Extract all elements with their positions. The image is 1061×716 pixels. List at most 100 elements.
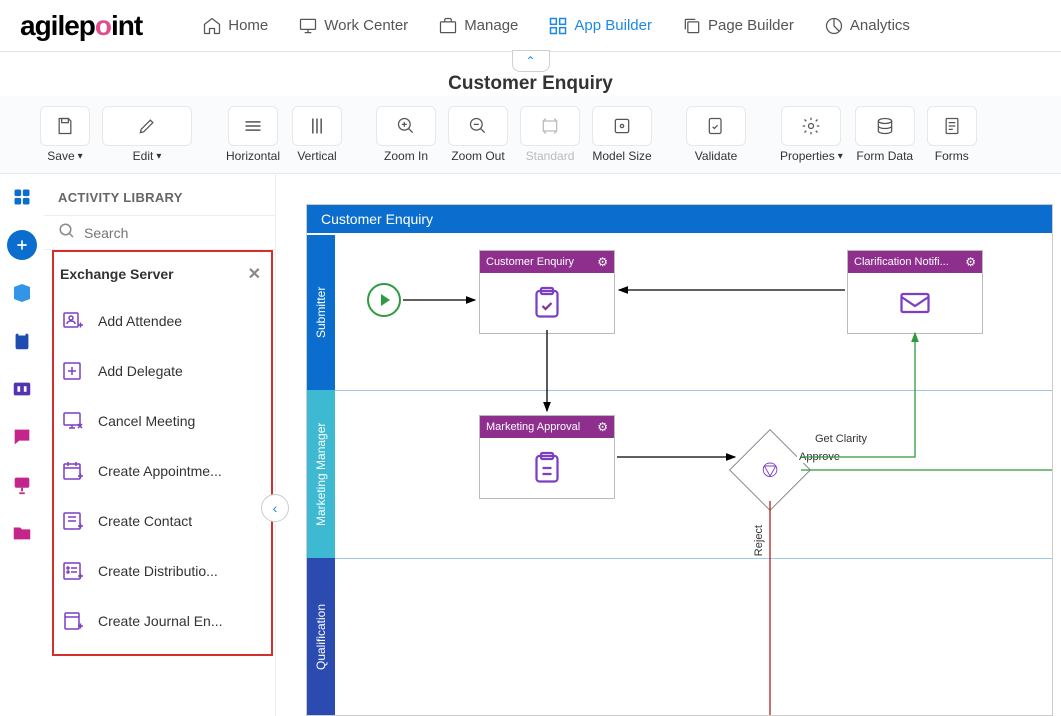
chevron-down-icon: ▾	[78, 151, 83, 162]
rail-folder-icon[interactable]	[7, 518, 37, 548]
nav-app-builder[interactable]: App Builder	[548, 16, 652, 36]
activity-cancel-meeting[interactable]: Cancel Meeting	[54, 396, 271, 446]
edge-approve: Approve	[797, 451, 842, 463]
home-icon	[202, 16, 222, 36]
search-input[interactable]	[84, 225, 261, 241]
panel-search	[44, 215, 275, 250]
calendar-plus-icon	[60, 458, 86, 484]
pie-icon	[824, 16, 844, 36]
rail-clipboard-icon[interactable]	[7, 326, 37, 356]
activity-add-attendee[interactable]: Add Attendee	[54, 296, 271, 346]
zoom-out-label: Zoom Out	[451, 149, 504, 163]
panel-collapse-button[interactable]: ‹	[261, 494, 289, 522]
forms-label: Forms	[935, 149, 969, 163]
nav-home-label: Home	[228, 17, 268, 34]
chevron-down-icon: ▾	[838, 151, 843, 162]
activity-label: Create Contact	[98, 513, 192, 529]
save-label: Save▾	[47, 149, 82, 163]
rail-apps-icon[interactable]	[7, 182, 37, 212]
rail-add-button[interactable]	[7, 230, 37, 260]
task-clarification[interactable]: Clarification Notifi...⚙	[847, 250, 983, 334]
clipboard-icon	[480, 438, 614, 498]
edit-label: Edit▾	[133, 149, 162, 163]
gear-icon[interactable]: ⚙	[597, 255, 608, 269]
rail-exchange-icon[interactable]	[7, 278, 37, 308]
standard-label: Standard	[526, 149, 575, 163]
form-data-button[interactable]	[855, 106, 915, 146]
save-button[interactable]	[40, 106, 90, 146]
left-rail	[0, 174, 44, 716]
activity-add-delegate[interactable]: Add Delegate	[54, 346, 271, 396]
canvas-title: Customer Enquiry	[307, 205, 1052, 233]
user-plus-icon	[60, 308, 86, 334]
zoom-in-button[interactable]	[376, 106, 436, 146]
canvas-wrap: Customer Enquiry Submitter Marketing Man…	[276, 174, 1061, 716]
chevron-down-icon: ▾	[156, 151, 161, 162]
standard-button[interactable]	[520, 106, 580, 146]
rail-present-icon[interactable]	[7, 470, 37, 500]
task-customer-enquiry[interactable]: Customer Enquiry⚙	[479, 250, 615, 334]
main: ACTIVITY LIBRARY Exchange Server ✕ Add A…	[0, 174, 1061, 716]
properties-button[interactable]	[781, 106, 841, 146]
swim-lanes: Submitter Marketing Manager Qualificatio…	[307, 235, 335, 715]
copy-icon	[682, 16, 702, 36]
vertical-button[interactable]	[292, 106, 342, 146]
nav-items: Home Work Center Manage App Builder Page…	[202, 16, 910, 36]
canvas[interactable]: Customer Enquiry Submitter Marketing Man…	[306, 204, 1053, 716]
list-plus-icon	[60, 558, 86, 584]
edge-reject: Reject	[751, 525, 767, 556]
vertical-label: Vertical	[297, 149, 336, 163]
clipboard-check-icon	[480, 273, 614, 333]
grid-icon	[548, 16, 568, 36]
activity-group: Exchange Server ✕ Add Attendee Add Deleg…	[52, 250, 273, 656]
activity-create-journal[interactable]: Create Journal En...	[54, 596, 271, 646]
collapse-top-button[interactable]: ⌃	[512, 50, 550, 72]
contact-plus-icon	[60, 508, 86, 534]
chevron-up-icon: ⌃	[525, 54, 535, 68]
activity-label: Cancel Meeting	[98, 413, 195, 429]
search-icon	[58, 222, 76, 243]
nav-analytics-label: Analytics	[850, 17, 910, 34]
toolbar: Save▾ Edit▾ Horizontal Vertical Zoom In …	[0, 96, 1061, 174]
activity-create-distribution[interactable]: Create Distributio...	[54, 546, 271, 596]
forms-button[interactable]	[927, 106, 977, 146]
activity-create-appointment[interactable]: Create Appointme...	[54, 446, 271, 496]
horizontal-button[interactable]	[228, 106, 278, 146]
gear-icon[interactable]: ⚙	[597, 420, 608, 434]
flow-area: Customer Enquiry⚙ Clarification Notifi..…	[335, 235, 1052, 715]
nav-analytics[interactable]: Analytics	[824, 16, 910, 36]
nav-page-builder-label: Page Builder	[708, 17, 794, 34]
nav-home[interactable]: Home	[202, 16, 268, 36]
activity-label: Create Appointme...	[98, 463, 222, 479]
edit-button[interactable]	[102, 106, 192, 146]
nav-app-builder-label: App Builder	[574, 17, 652, 34]
zoom-out-button[interactable]	[448, 106, 508, 146]
play-icon	[381, 294, 390, 306]
model-size-button[interactable]	[592, 106, 652, 146]
form-data-label: Form Data	[856, 149, 913, 163]
task-marketing-approval[interactable]: Marketing Approval⚙	[479, 415, 615, 499]
top-nav: agilepoint Home Work Center Manage App B…	[0, 0, 1061, 52]
validate-button[interactable]	[686, 106, 746, 146]
lane-marketing[interactable]: Marketing Manager	[307, 390, 335, 558]
gear-icon[interactable]: ⚙	[965, 255, 976, 269]
chevron-left-icon: ‹	[273, 500, 278, 516]
model-size-label: Model Size	[592, 149, 651, 163]
nav-work-center[interactable]: Work Center	[298, 16, 408, 36]
zoom-in-label: Zoom In	[384, 149, 428, 163]
lane-qualification[interactable]: Qualification	[307, 558, 335, 715]
activity-create-contact[interactable]: Create Contact	[54, 496, 271, 546]
nav-manage-label: Manage	[464, 17, 518, 34]
start-node[interactable]	[367, 283, 401, 317]
group-title: Exchange Server	[60, 266, 174, 282]
nav-manage[interactable]: Manage	[438, 16, 518, 36]
panel-title: ACTIVITY LIBRARY	[44, 174, 275, 215]
close-icon[interactable]: ✕	[248, 264, 261, 284]
rail-intuit-icon[interactable]	[7, 374, 37, 404]
lane-submitter[interactable]: Submitter	[307, 235, 335, 390]
group-header[interactable]: Exchange Server ✕	[54, 252, 271, 296]
nav-page-builder[interactable]: Page Builder	[682, 16, 794, 36]
decision-node[interactable]: ⎊	[729, 429, 811, 511]
rail-chat-icon[interactable]	[7, 422, 37, 452]
screen-x-icon	[60, 408, 86, 434]
